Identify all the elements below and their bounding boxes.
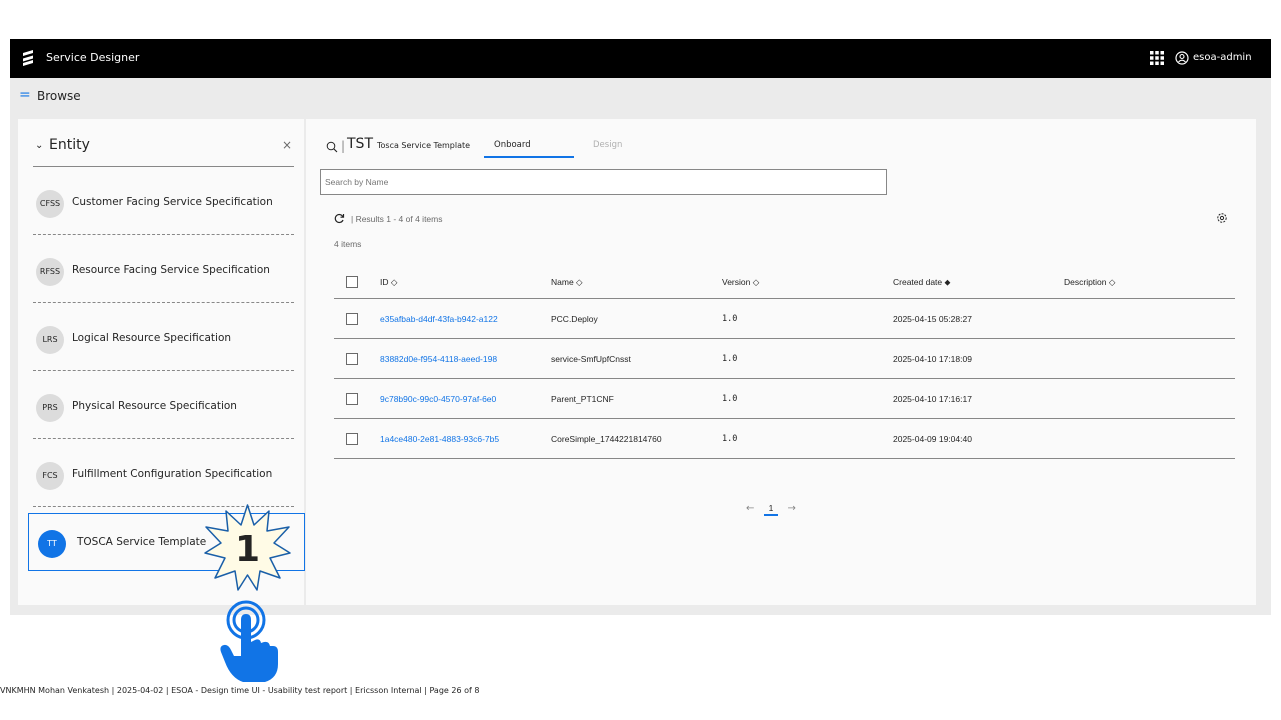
row-created-date: 2025-04-09 19:04:40: [893, 433, 972, 444]
row-name: PCC.Deploy: [551, 313, 598, 324]
entity-panel-title: Entity: [49, 137, 90, 153]
row-checkbox[interactable]: [346, 313, 358, 325]
step-number: 1: [235, 529, 260, 570]
entity-panel-header: ⌄ Entity ×: [33, 137, 294, 167]
entity-label: Physical Resource Specification: [72, 400, 237, 412]
row-checkbox[interactable]: [346, 393, 358, 405]
step-starburst-callout: 1: [204, 504, 291, 591]
entity-label: TOSCA Service Template: [77, 536, 207, 548]
entity-item-prs[interactable]: PRS Physical Resource Specification: [33, 371, 294, 439]
top-bar: Service Designer esoa-admin: [10, 39, 1271, 78]
row-name: Parent_PT1CNF: [551, 393, 614, 404]
row-version: 1.0: [722, 353, 738, 364]
row-name: service-SmfUpfCnsst: [551, 353, 631, 364]
tab-onboard[interactable]: Onboard: [484, 140, 574, 158]
entity-label: Fulfillment Configuration Specification: [72, 468, 273, 480]
entity-badge: LRS: [36, 326, 64, 354]
column-header-version[interactable]: Version ◇: [722, 267, 882, 298]
refresh-icon[interactable]: [334, 213, 345, 224]
row-checkbox[interactable]: [346, 433, 358, 445]
entity-badge: TT: [38, 530, 66, 558]
app-launcher-icon[interactable]: [1150, 51, 1164, 65]
chevron-down-icon[interactable]: ⌄: [35, 140, 43, 151]
row-created-date: 2025-04-10 17:18:09: [893, 353, 972, 364]
slide: Service Designer esoa-admin = Browse ⌄ E…: [0, 0, 1281, 720]
user-avatar-icon[interactable]: [1175, 51, 1189, 65]
items-count: 4 items: [334, 239, 362, 249]
select-all-checkbox[interactable]: [346, 276, 358, 288]
pagination: ← 1 →: [746, 503, 796, 516]
ericsson-logo-icon: [23, 50, 33, 66]
search-by-name-input[interactable]: [320, 169, 887, 195]
column-header-id[interactable]: ID ◇: [380, 267, 548, 298]
arrow-right-icon[interactable]: →: [788, 503, 796, 514]
column-header-description[interactable]: Description ◇: [1064, 267, 1224, 298]
entity-label: Logical Resource Specification: [72, 332, 232, 344]
slide-footer: VNKMHN Mohan Venkatesh | 2025-04-02 | ES…: [0, 686, 480, 695]
entity-label: Resource Facing Service Specification: [72, 264, 270, 276]
row-description: [1064, 419, 1224, 458]
entity-badge: FCS: [36, 462, 64, 490]
entity-item-cfss[interactable]: CFSS Customer Facing Service Specificati…: [33, 167, 294, 235]
row-description: [1064, 299, 1224, 338]
results-summary: | Results 1 - 4 of 4 items: [351, 214, 443, 224]
table-row[interactable]: 1a4ce480-2e81-4883-93c6-7b5 CoreSimple_1…: [334, 419, 1235, 459]
entity-badge: PRS: [36, 394, 64, 422]
row-id-link[interactable]: 83882d0e-f954-4118-aeed-198: [380, 339, 548, 378]
entity-item-lrs[interactable]: LRS Logical Resource Specification: [33, 303, 294, 371]
tab-label: Onboard: [494, 140, 531, 150]
table-row[interactable]: 83882d0e-f954-4118-aeed-198 service-SmfU…: [334, 339, 1235, 379]
entity-badge: CFSS: [36, 190, 64, 218]
row-description: [1064, 379, 1224, 418]
page-title: Browse: [37, 89, 81, 103]
row-checkbox[interactable]: [346, 353, 358, 365]
table-header: ID ◇ Name ◇ Version ◇ Created date ⬥ Des…: [334, 267, 1235, 299]
entity-badge: RFSS: [36, 258, 64, 286]
app-title: Service Designer: [46, 51, 140, 64]
entity-code: TST: [347, 136, 373, 152]
entity-item-fcs[interactable]: FCS Fulfillment Configuration Specificat…: [33, 439, 294, 507]
row-version: 1.0: [722, 433, 738, 444]
templates-table: ID ◇ Name ◇ Version ◇ Created date ⬥ Des…: [334, 267, 1235, 459]
row-name: CoreSimple_1744221814760: [551, 433, 662, 444]
browse-bar: = Browse: [10, 78, 1271, 115]
row-id-link[interactable]: 9c78b90c-99c0-4570-97af-6e0: [380, 379, 548, 418]
row-description: [1064, 339, 1224, 378]
row-id-link[interactable]: e35afbab-d4df-43fa-b942-a122: [380, 299, 548, 338]
menu-icon[interactable]: =: [19, 88, 31, 102]
header-divider: |: [341, 139, 346, 153]
row-created-date: 2025-04-15 05:28:27: [893, 313, 972, 324]
tap-hand-icon: [220, 600, 278, 682]
row-version: 1.0: [722, 393, 738, 404]
entity-label: Customer Facing Service Specification: [72, 196, 273, 208]
table-row[interactable]: 9c78b90c-99c0-4570-97af-6e0 Parent_PT1CN…: [334, 379, 1235, 419]
main-panel: | TST Tosca Service Template Onboard Des…: [306, 119, 1256, 605]
page-number[interactable]: 1: [763, 503, 779, 516]
search-icon[interactable]: [326, 141, 338, 153]
user-name[interactable]: esoa-admin: [1193, 52, 1252, 63]
row-version: 1.0: [722, 313, 738, 324]
entity-item-rfss[interactable]: RFSS Resource Facing Service Specificati…: [33, 235, 294, 303]
arrow-left-icon[interactable]: ←: [746, 503, 754, 514]
tab-design[interactable]: Design: [593, 140, 622, 150]
column-header-created-date[interactable]: Created date ⬥: [893, 267, 1053, 298]
service-designer-app: Service Designer esoa-admin = Browse ⌄ E…: [10, 39, 1271, 615]
row-created-date: 2025-04-10 17:16:17: [893, 393, 972, 404]
close-icon[interactable]: ×: [282, 138, 292, 152]
gear-icon[interactable]: [1216, 212, 1228, 224]
column-header-name[interactable]: Name ◇: [551, 267, 716, 298]
table-row[interactable]: e35afbab-d4df-43fa-b942-a122 PCC.Deploy …: [334, 299, 1235, 339]
entity-name: Tosca Service Template: [377, 141, 471, 150]
row-id-link[interactable]: 1a4ce480-2e81-4883-93c6-7b5: [380, 419, 548, 458]
